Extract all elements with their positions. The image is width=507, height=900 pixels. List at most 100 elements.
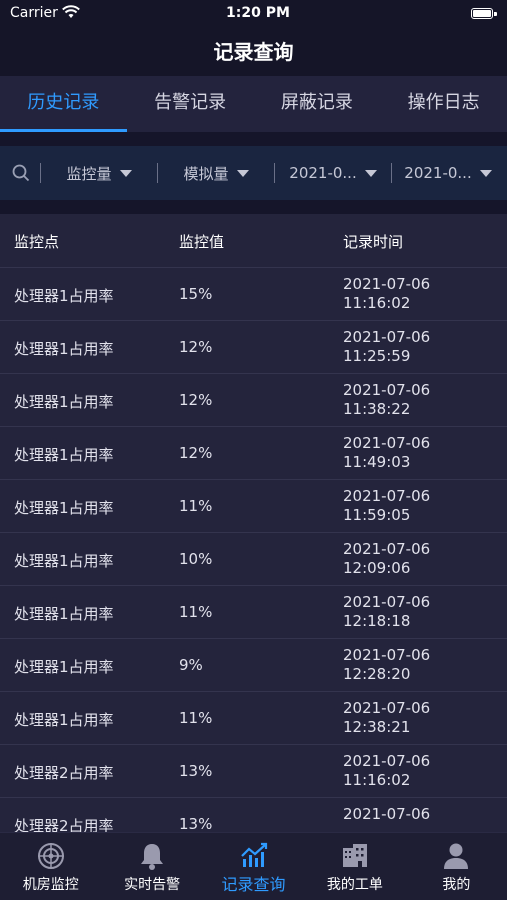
table-row[interactable]: 处理器1占用率 11% 2021-07-06 12:38:21 (0, 692, 507, 745)
radar-icon (37, 842, 65, 874)
filter-type-label: 监控量 (66, 164, 112, 183)
cell-value: 9% (179, 656, 203, 674)
cell-date: 2021-07-06 (343, 752, 431, 770)
cell-date: 2021-07-06 (343, 487, 431, 505)
cell-point: 处理器1占用率 (14, 340, 114, 358)
filter-end-date-label: 2021-0... (404, 164, 472, 182)
cell-date: 2021-07-06 (343, 381, 431, 399)
cell-date: 2021-07-06 (343, 646, 431, 664)
tabbar-my-workorder[interactable]: 我的工单 (304, 833, 405, 900)
cell-clock: 12:09:06 (343, 559, 411, 577)
tabbar-room-monitor[interactable]: 机房监控 (0, 833, 101, 900)
carrier-label: Carrier (10, 5, 58, 21)
cell-clock: 12:38:21 (343, 718, 411, 736)
table-header: 监控点 监控值 记录时间 (0, 214, 507, 268)
record-list[interactable]: 处理器1占用率 15% 2021-07-06 11:16:02 处理器1占用率 1… (0, 268, 507, 832)
filter-type-dropdown[interactable]: 监控量 (41, 146, 157, 200)
tabbar-me[interactable]: 我的 (406, 833, 507, 900)
cell-point: 处理器1占用率 (14, 446, 114, 464)
cell-point: 处理器1占用率 (14, 499, 114, 517)
filter-kind-dropdown[interactable]: 模拟量 (158, 146, 274, 200)
filter-start-date-dropdown[interactable]: 2021-0... (275, 146, 391, 200)
cell-clock: 12:18:18 (343, 612, 411, 630)
cell-clock: 11:25:59 (343, 347, 411, 365)
tabbar-record-query[interactable]: 记录查询 (203, 833, 304, 900)
user-icon (443, 842, 469, 874)
cell-date: 2021-07-06 (343, 540, 431, 558)
cell-time: 2021-07-06 11:59:05 (343, 487, 430, 525)
chevron-down-icon (119, 169, 132, 177)
table-row[interactable]: 处理器2占用率 13% 2021-07-06 11:16:02 (0, 745, 507, 798)
header-time: 记录时间 (343, 233, 404, 251)
header-value: 监控值 (179, 233, 225, 251)
tabbar-label: 机房监控 (22, 877, 79, 893)
table-row[interactable]: 处理器1占用率 9% 2021-07-06 12:28:20 (0, 639, 507, 692)
tabbar-realtime-alarm[interactable]: 实时告警 (101, 833, 202, 900)
table-row[interactable]: 处理器1占用率 12% 2021-07-06 11:49:03 (0, 427, 507, 480)
cell-time: 2021-07-06 12:18:18 (343, 593, 430, 631)
table-row[interactable]: 处理器1占用率 11% 2021-07-06 12:18:18 (0, 586, 507, 639)
cell-value: 11% (179, 709, 213, 727)
cell-point: 处理器1占用率 (14, 658, 114, 676)
cell-clock: 12:28:20 (343, 665, 411, 683)
filter-start-date-label: 2021-0... (289, 164, 357, 182)
search-icon (12, 164, 30, 182)
cell-value: 12% (179, 391, 213, 409)
cell-point: 处理器2占用率 (14, 817, 114, 832)
filter-end-date-dropdown[interactable]: 2021-0... (392, 146, 504, 200)
cell-value: 10% (179, 550, 213, 568)
cell-clock: 11:59:05 (343, 506, 411, 524)
cell-date: 2021-07-06 (343, 593, 431, 611)
cell-date: 2021-07-06 (343, 434, 431, 452)
cell-point: 处理器2占用率 (14, 764, 114, 782)
table-row[interactable]: 处理器1占用率 12% 2021-07-06 11:25:59 (0, 321, 507, 374)
tab-operation-log[interactable]: 操作日志 (380, 76, 507, 132)
cell-value: 13% (179, 815, 213, 832)
cell-value: 12% (179, 444, 213, 462)
status-time: 1:20 PM (226, 5, 290, 21)
tab-history[interactable]: 历史记录 (0, 76, 127, 132)
cell-value: 11% (179, 603, 213, 621)
cell-clock: 11:16:02 (343, 294, 411, 312)
tabbar-label: 实时告警 (124, 877, 181, 893)
cell-date: 2021-07-06 (343, 699, 431, 717)
chevron-down-icon (236, 169, 249, 177)
cell-value: 11% (179, 497, 213, 515)
table-row[interactable]: 处理器1占用率 11% 2021-07-06 11:59:05 (0, 480, 507, 533)
filter-bar: 监控量 模拟量 2021-0... 2021-0... (0, 146, 507, 200)
cell-date: 2021-07-06 (343, 275, 431, 293)
cell-clock: 11:16:02 (343, 771, 411, 789)
building-icon (341, 842, 369, 872)
battery-icon (471, 8, 493, 19)
tab-alarm[interactable]: 告警记录 (127, 76, 254, 132)
battery-cap (494, 12, 497, 16)
cell-clock: 11:49:03 (343, 453, 411, 471)
tabbar-label: 记录查询 (221, 875, 286, 894)
cell-value: 12% (179, 338, 213, 356)
page-title: 记录查询 (0, 28, 507, 76)
table-row[interactable]: 处理器1占用率 12% 2021-07-06 11:38:22 (0, 374, 507, 427)
cell-point: 处理器1占用率 (14, 605, 114, 623)
table-row[interactable]: 处理器1占用率 15% 2021-07-06 11:16:02 (0, 268, 507, 321)
search-button[interactable] (0, 146, 40, 200)
cell-point: 处理器1占用率 (14, 287, 114, 305)
cell-date: 2021-07-06 (343, 805, 431, 823)
bottom-tabbar: 机房监控 实时告警 记录查询 我的工单 我的 (0, 832, 507, 900)
cell-time: 2021-07-06 11:38:22 (343, 381, 430, 419)
cell-clock: 11:38:22 (343, 400, 411, 418)
cell-time: 2021-07-06 11:25:59 (343, 328, 430, 366)
tabbar-label: 我的 (442, 877, 471, 893)
header-point: 监控点 (14, 233, 60, 251)
cell-point: 处理器1占用率 (14, 711, 114, 729)
bell-icon (139, 842, 165, 874)
cell-value: 15% (179, 285, 213, 303)
table-row[interactable]: 处理器1占用率 10% 2021-07-06 12:09:06 (0, 533, 507, 586)
tabbar-label: 我的工单 (326, 877, 383, 893)
chart-icon (240, 842, 268, 872)
chevron-down-icon (364, 169, 377, 177)
filter-kind-label: 模拟量 (183, 164, 229, 183)
cell-time: 2021-07-06 11:16:02 (343, 752, 430, 790)
table-row[interactable]: 处理器2占用率 13% 2021-07-06 (0, 798, 507, 832)
cell-value: 13% (179, 762, 213, 780)
tab-shield[interactable]: 屏蔽记录 (254, 76, 381, 132)
